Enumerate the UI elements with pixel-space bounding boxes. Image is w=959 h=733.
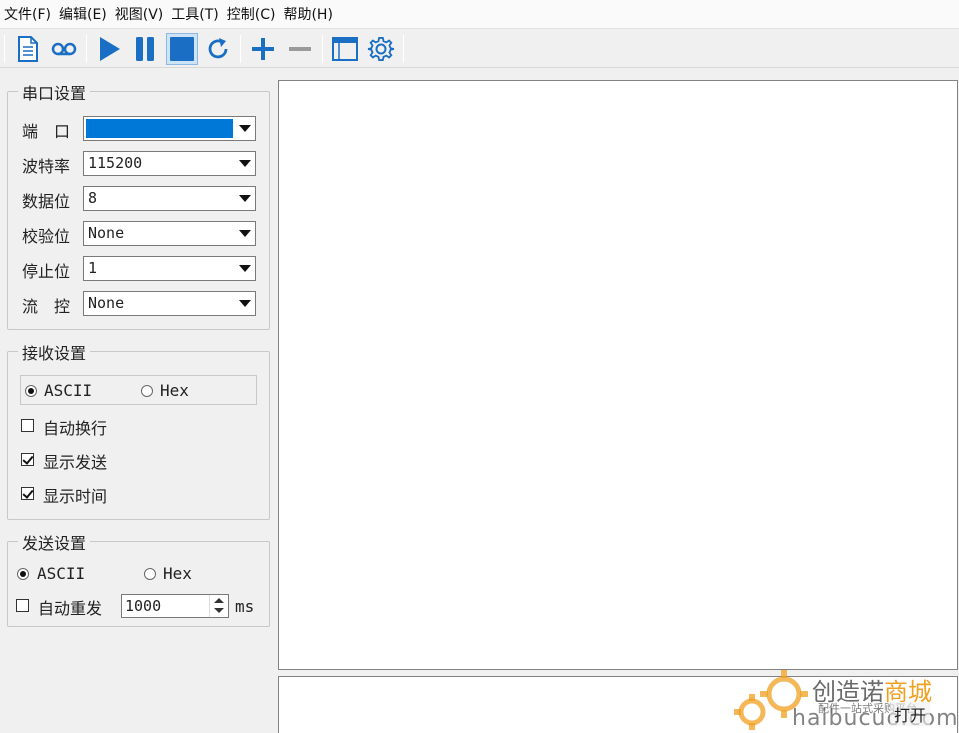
- menu-view[interactable]: 视图(V): [113, 4, 170, 24]
- show-time-label: 显示时间: [43, 487, 108, 506]
- toolbar-separator: [4, 35, 5, 63]
- window-button[interactable]: [329, 33, 361, 65]
- window-icon: [332, 37, 358, 61]
- stop-bits-label: 停止位: [22, 262, 71, 281]
- menu-bar: 文件(F) 编辑(E) 视图(V) 工具(T) 控制(C) 帮助(H): [0, 0, 959, 29]
- receive-settings-title: 接收设置: [18, 340, 91, 364]
- chevron-down-icon[interactable]: [236, 224, 253, 243]
- flow-control-value: None: [88, 294, 125, 312]
- baud-rate-label: 波特率: [22, 157, 71, 176]
- baud-rate-select[interactable]: 115200: [83, 151, 256, 176]
- pause-icon: [136, 37, 154, 61]
- refresh-button[interactable]: [202, 33, 234, 65]
- play-icon: [100, 37, 120, 61]
- record-icon: [51, 42, 77, 56]
- stop-bits-value: 1: [88, 259, 98, 277]
- auto-resend-label: 自动重发: [38, 599, 103, 618]
- chevron-down-icon[interactable]: [236, 119, 253, 138]
- settings-gear-icon: [367, 37, 395, 61]
- data-bits-value: 8: [88, 189, 98, 207]
- remove-button[interactable]: [284, 33, 316, 65]
- send-hex-label: Hex: [163, 564, 192, 583]
- new-file-icon: [18, 36, 38, 62]
- flow-control-label: 流 控: [22, 297, 71, 316]
- port-select[interactable]: [83, 116, 256, 141]
- data-bits-label: 数据位: [22, 192, 71, 211]
- record-button[interactable]: [48, 33, 80, 65]
- settings-button[interactable]: [365, 33, 397, 65]
- toolbar: [0, 30, 959, 68]
- parity-label: 校验位: [22, 227, 71, 246]
- baud-rate-value: 115200: [88, 154, 143, 172]
- send-text-area[interactable]: [278, 676, 958, 733]
- stop-icon: [170, 37, 194, 61]
- resend-interval-unit: ms: [235, 597, 255, 616]
- menu-file[interactable]: 文件(F): [2, 4, 57, 24]
- play-button[interactable]: [93, 33, 125, 65]
- add-icon: [252, 38, 274, 60]
- resend-interval-value: 1000: [125, 597, 162, 615]
- receive-hex-radio[interactable]: [141, 385, 153, 397]
- show-time-checkbox[interactable]: [21, 487, 34, 500]
- menu-tools[interactable]: 工具(T): [169, 4, 224, 24]
- auto-wrap-checkbox[interactable]: [21, 419, 34, 432]
- show-send-checkbox[interactable]: [21, 453, 34, 466]
- chevron-down-icon[interactable]: [236, 259, 253, 278]
- resend-interval-stepper[interactable]: 1000: [121, 594, 229, 618]
- parity-select[interactable]: None: [83, 221, 256, 246]
- port-label: 端 口: [22, 122, 71, 141]
- parity-value: None: [88, 224, 125, 242]
- send-settings-title: 发送设置: [18, 530, 91, 554]
- serial-settings-title: 串口设置: [18, 80, 91, 104]
- menu-edit[interactable]: 编辑(E): [57, 4, 113, 24]
- receive-hex-label: Hex: [160, 381, 189, 400]
- send-ascii-radio[interactable]: [17, 568, 29, 580]
- flow-control-select[interactable]: None: [83, 291, 256, 316]
- receive-ascii-radio[interactable]: [25, 385, 37, 397]
- add-button[interactable]: [247, 33, 279, 65]
- pause-button[interactable]: [129, 33, 161, 65]
- data-bits-select[interactable]: 8: [83, 186, 256, 211]
- receive-ascii-label: ASCII: [44, 381, 93, 400]
- menu-help[interactable]: 帮助(H): [281, 4, 338, 24]
- new-file-button[interactable]: [12, 33, 44, 65]
- toolbar-separator: [403, 35, 404, 63]
- menu-control[interactable]: 控制(C): [225, 4, 282, 24]
- refresh-icon: [208, 38, 228, 59]
- stop-bits-select[interactable]: 1: [83, 256, 256, 281]
- show-send-label: 显示发送: [43, 453, 108, 472]
- chevron-down-icon[interactable]: [236, 154, 253, 173]
- chevron-down-icon[interactable]: [236, 294, 253, 313]
- receive-text-area[interactable]: [278, 80, 958, 670]
- send-ascii-label: ASCII: [37, 564, 86, 583]
- toolbar-separator: [86, 35, 87, 63]
- stepper-up-icon[interactable]: [214, 598, 224, 603]
- toolbar-separator: [322, 35, 323, 63]
- stepper-down-icon[interactable]: [214, 608, 224, 613]
- auto-resend-checkbox[interactable]: [16, 599, 29, 612]
- stop-button[interactable]: [166, 33, 198, 65]
- toolbar-separator: [240, 35, 241, 63]
- stepper-buttons: [209, 595, 228, 617]
- chevron-down-icon[interactable]: [236, 189, 253, 208]
- remove-icon: [289, 47, 311, 51]
- port-selection-highlight: [86, 119, 233, 138]
- auto-wrap-label: 自动换行: [43, 419, 108, 438]
- send-hex-radio[interactable]: [144, 568, 156, 580]
